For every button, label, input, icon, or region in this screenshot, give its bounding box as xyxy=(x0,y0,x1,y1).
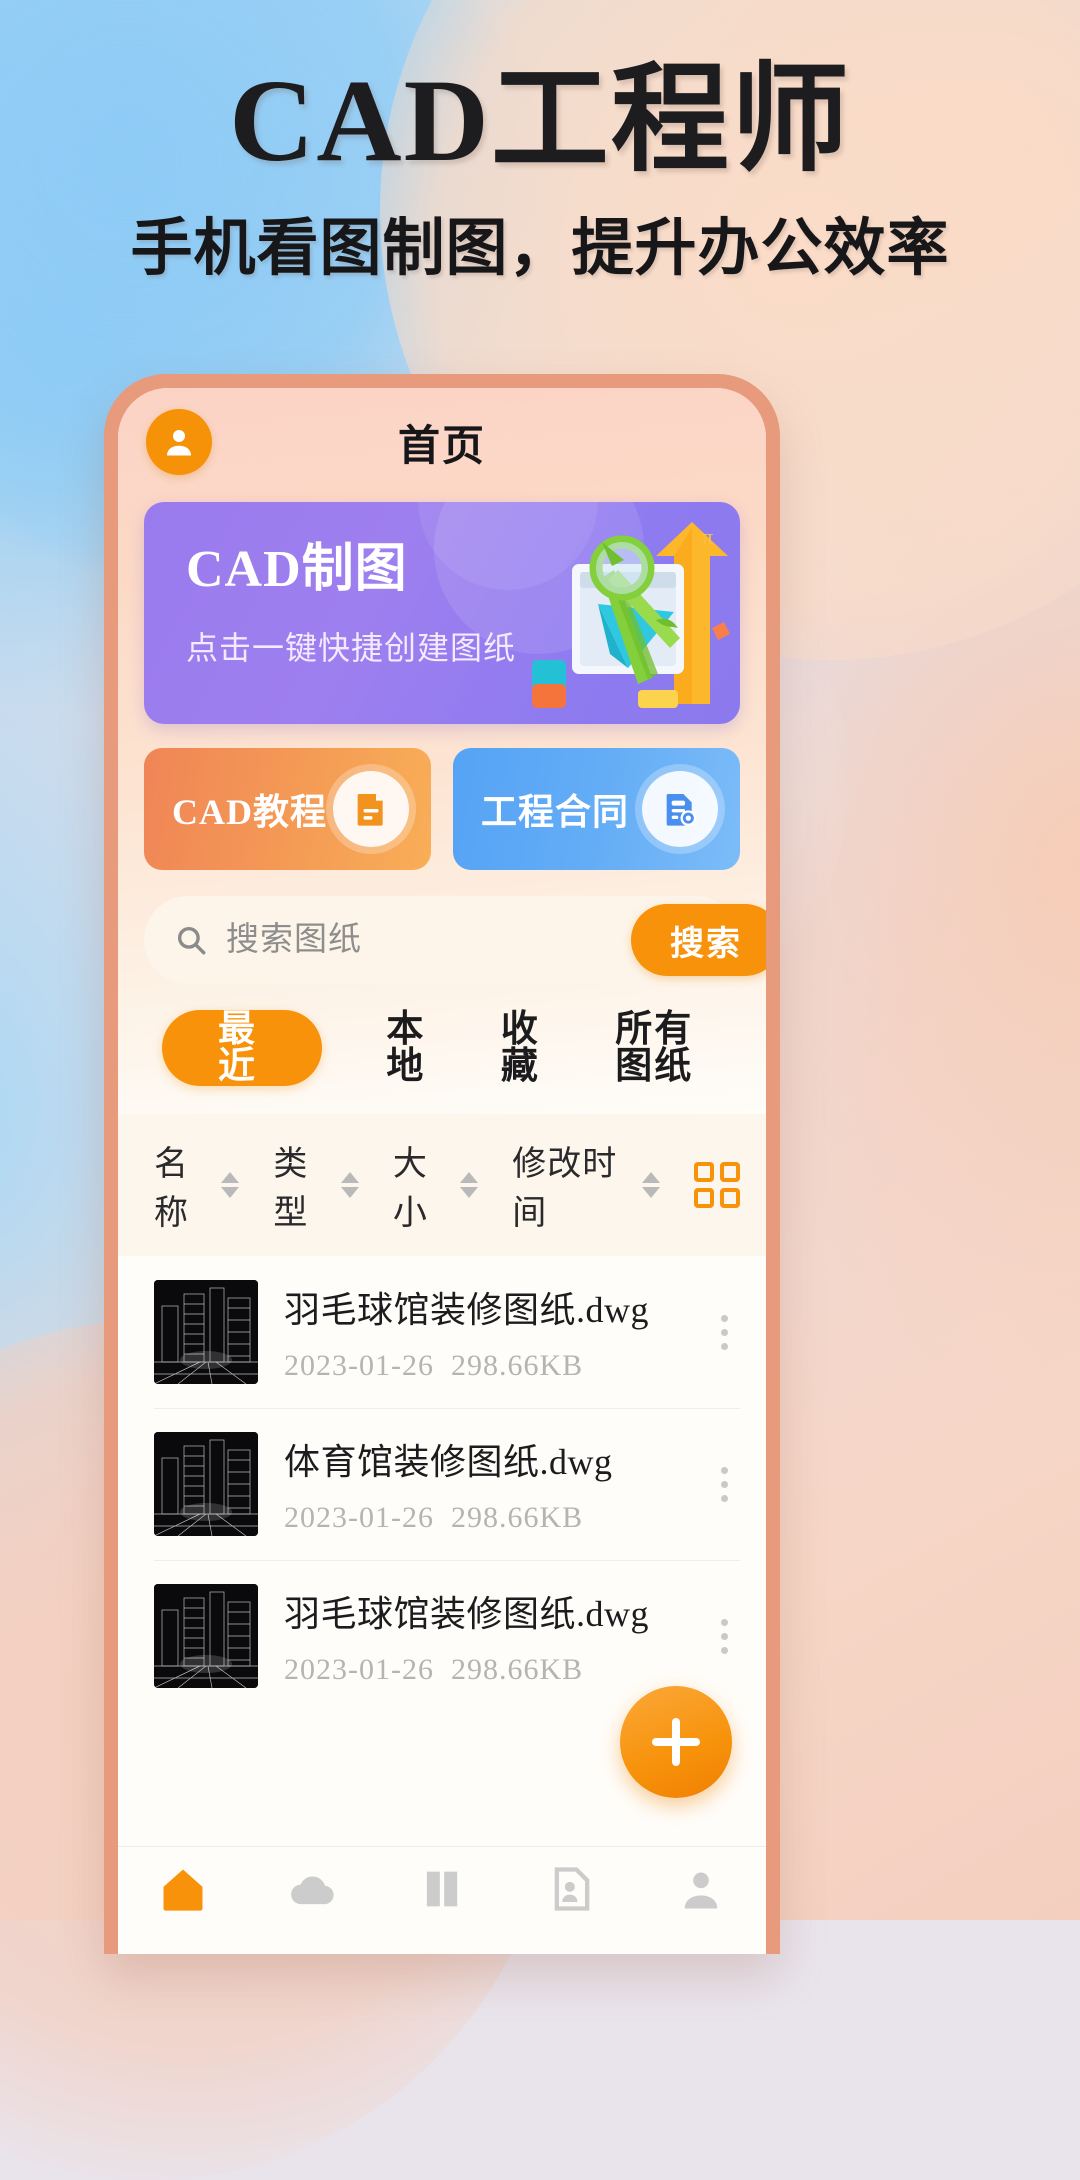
cloud-icon xyxy=(291,1876,334,1905)
column-header-label: 类型 xyxy=(273,1146,309,1232)
search-icon xyxy=(174,923,208,957)
grid-view-icon[interactable] xyxy=(694,1162,740,1208)
tab-recent[interactable]: 最近 xyxy=(162,1010,323,1086)
cad-wireframe-thumbnail xyxy=(154,1280,258,1384)
file-date: 2023-01-26 xyxy=(284,1653,434,1686)
file-size: 298.66KB xyxy=(450,1501,584,1534)
more-vertical-icon[interactable] xyxy=(709,1461,740,1508)
feature-card-row: CAD教程 工程合同 xyxy=(118,724,766,870)
tab-local[interactable]: 本地 xyxy=(358,1011,462,1085)
tab-favorites[interactable]: 收藏 xyxy=(473,1011,577,1085)
page-subtitle: 手机看图制图，提升办公效率 xyxy=(130,215,950,283)
cad-wireframe-thumbnail xyxy=(154,1584,258,1688)
feature-card-engineering-contract[interactable]: 工程合同 xyxy=(453,748,740,870)
file-user-icon xyxy=(554,1867,589,1911)
phone-screen: 首页 CAD制图 点击一键快捷创建图纸 π CAD教程 工程合同 搜索图纸 搜索… xyxy=(118,388,766,1954)
feature-card-label: CAD教程 xyxy=(172,792,327,832)
feature-card-label: 工程合同 xyxy=(481,792,630,832)
nav-item-cloud[interactable] xyxy=(248,1863,378,1915)
home-icon xyxy=(163,1869,203,1911)
sort-arrows-icon xyxy=(641,1172,660,1198)
file-table-header: 名称 类型 大小 修改时间 xyxy=(118,1114,766,1256)
poster-headline-block: CAD工程师 手机看图制图，提升办公效率 xyxy=(0,55,1080,283)
sort-arrows-icon xyxy=(340,1172,359,1198)
search-input[interactable] xyxy=(208,921,631,959)
bottom-navigation xyxy=(118,1846,766,1954)
column-header-type[interactable]: 类型 xyxy=(273,1136,359,1234)
file-subinfo: 2023-01-26 298.66KB xyxy=(284,1653,683,1687)
app-title: 首页 xyxy=(397,423,486,470)
file-size: 298.66KB xyxy=(450,1653,584,1686)
file-name: 体育馆装修图纸.dwg xyxy=(284,1442,613,1482)
svg-text:π: π xyxy=(702,524,713,549)
file-size: 298.66KB xyxy=(450,1349,584,1382)
sort-arrows-icon xyxy=(460,1172,479,1198)
search-button[interactable]: 搜索 xyxy=(631,904,766,976)
file-list: 羽毛球馆装修图纸.dwg 2023-01-26 298.66KB 体育馆装修图纸… xyxy=(118,1256,766,1712)
book-icon xyxy=(426,1871,458,1907)
screen-top-section: 首页 CAD制图 点击一键快捷创建图纸 π CAD教程 工程合同 搜索图纸 搜索… xyxy=(118,388,766,1114)
user-icon xyxy=(167,430,191,456)
column-header-label: 修改时间 xyxy=(512,1146,618,1232)
file-date: 2023-01-26 xyxy=(284,1349,434,1382)
cad-wireframe-thumbnail xyxy=(154,1432,258,1536)
feature-card-cad-tutorial[interactable]: CAD教程 xyxy=(144,748,431,870)
nav-item-file-user[interactable] xyxy=(507,1863,637,1915)
add-file-button[interactable] xyxy=(620,1686,732,1798)
avatar[interactable] xyxy=(146,409,212,475)
banner-text-block: CAD制图 点击一键快捷创建图纸 xyxy=(186,541,517,666)
file-subinfo: 2023-01-26 298.66KB xyxy=(284,1501,683,1535)
file-date: 2023-01-26 xyxy=(284,1501,434,1534)
page-title: CAD工程师 xyxy=(229,55,851,186)
nav-item-home[interactable] xyxy=(118,1863,248,1915)
document-icon xyxy=(333,771,409,847)
file-list-item[interactable]: 体育馆装修图纸.dwg 2023-01-26 298.66KB xyxy=(118,1408,766,1560)
cad-drawing-banner[interactable]: CAD制图 点击一键快捷创建图纸 π xyxy=(144,502,740,724)
tab-all-drawings[interactable]: 所有图纸 xyxy=(587,1011,740,1085)
column-header-label: 名称 xyxy=(154,1146,189,1232)
file-meta: 羽毛球馆装修图纸.dwg 2023-01-26 298.66KB xyxy=(284,1585,683,1687)
app-header: 首页 xyxy=(118,388,766,496)
phone-mockup: 首页 CAD制图 点击一键快捷创建图纸 π CAD教程 工程合同 搜索图纸 搜索… xyxy=(104,374,780,1954)
column-header-modified-time[interactable]: 修改时间 xyxy=(512,1136,660,1234)
search-bar: 搜索 xyxy=(144,896,766,984)
file-name: 羽毛球馆装修图纸.dwg xyxy=(284,1594,649,1634)
column-header-size[interactable]: 大小 xyxy=(392,1136,479,1234)
more-vertical-icon[interactable] xyxy=(709,1309,740,1356)
more-vertical-icon[interactable] xyxy=(709,1613,740,1660)
file-list-item[interactable]: 羽毛球馆装修图纸.dwg 2023-01-26 298.66KB xyxy=(118,1256,766,1408)
file-name: 羽毛球馆装修图纸.dwg xyxy=(284,1290,649,1330)
banner-subtitle: 点击一键快捷创建图纸 xyxy=(186,630,517,666)
person-icon xyxy=(684,1872,718,1909)
column-header-label: 大小 xyxy=(392,1146,428,1232)
file-meta: 体育馆装修图纸.dwg 2023-01-26 298.66KB xyxy=(284,1433,683,1535)
nav-item-person[interactable] xyxy=(636,1863,766,1915)
sort-arrows-icon xyxy=(221,1172,240,1198)
compass-drawing-illustration: π xyxy=(532,522,730,708)
nav-item-book[interactable] xyxy=(377,1863,507,1915)
file-subinfo: 2023-01-26 298.66KB xyxy=(284,1349,683,1383)
banner-title: CAD制图 xyxy=(186,541,408,598)
file-filter-tabs: 最近 本地 收藏 所有图纸 xyxy=(118,984,766,1108)
column-header-name[interactable]: 名称 xyxy=(154,1136,240,1234)
contract-icon xyxy=(642,771,718,847)
search-section: 搜索 xyxy=(118,870,766,984)
file-meta: 羽毛球馆装修图纸.dwg 2023-01-26 298.66KB xyxy=(284,1281,683,1383)
